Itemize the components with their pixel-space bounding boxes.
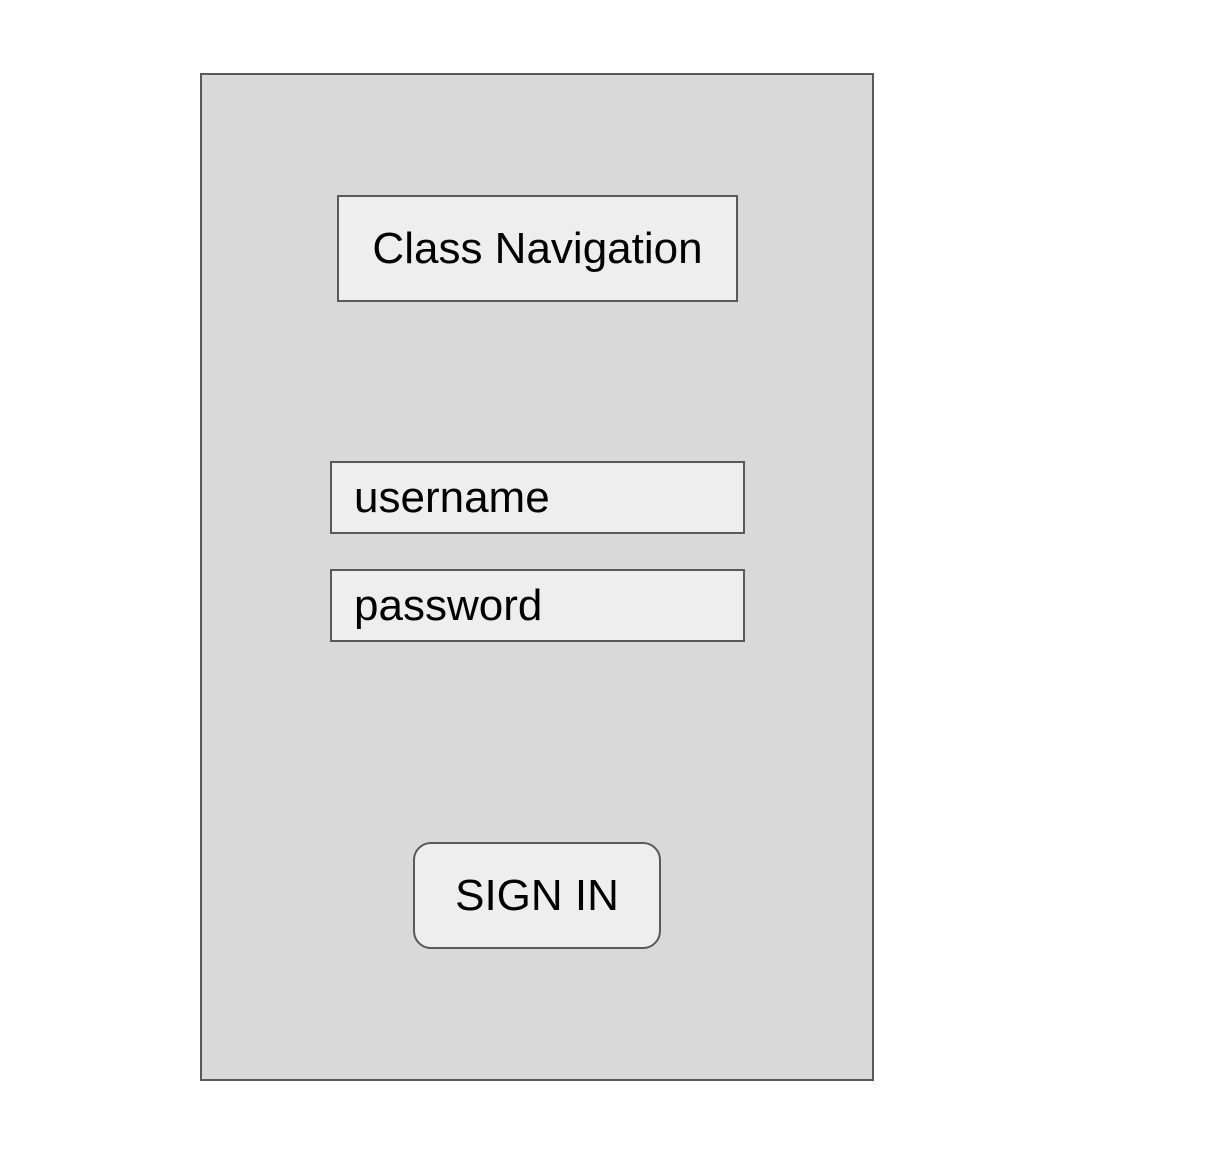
username-input[interactable] <box>330 461 745 534</box>
password-input[interactable] <box>330 569 745 642</box>
sign-in-button[interactable]: SIGN IN <box>413 842 661 949</box>
page-title: Class Navigation <box>337 195 738 302</box>
